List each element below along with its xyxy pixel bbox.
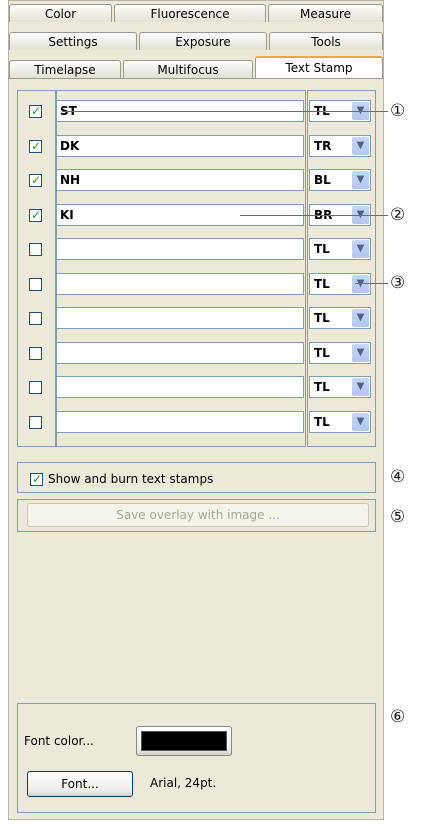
show-burn-label: Show and burn text stamps (48, 472, 214, 486)
chevron-down-icon[interactable]: ▼ (352, 413, 369, 431)
stamp-position-select[interactable]: TR ▼ (309, 135, 371, 157)
chevron-down-icon[interactable]: ▼ (352, 137, 369, 155)
callout-6: ⑥ (390, 707, 406, 727)
tab-exposure[interactable]: Exposure (139, 32, 267, 50)
callout-line-1 (62, 111, 388, 112)
stamp-checkbox[interactable] (29, 312, 42, 325)
stamp-position-select[interactable]: TL ▼ (309, 376, 371, 398)
checkmark-icon: ✓ (31, 208, 42, 222)
callout-line-2 (240, 215, 388, 216)
stamp-text-input[interactable] (56, 376, 304, 398)
stamp-position-value: TL (314, 415, 330, 429)
tab-tools[interactable]: Tools (269, 32, 383, 50)
font-color-swatch-button[interactable] (136, 726, 232, 756)
stamp-position-select[interactable]: TL ▼ (309, 411, 371, 433)
stamp-checkbox[interactable] (29, 278, 42, 291)
tab-fluorescence[interactable]: Fluorescence (114, 4, 266, 22)
tab-text-stamp[interactable]: Text Stamp (255, 56, 383, 78)
callout-3: ③ (390, 273, 406, 293)
font-color-label: Font color... (24, 734, 94, 748)
stamp-position-select[interactable]: TL ▼ (309, 273, 371, 295)
tab-settings[interactable]: Settings (9, 32, 137, 50)
chevron-down-icon[interactable]: ▼ (352, 240, 369, 258)
stamp-checkbox[interactable] (29, 416, 42, 429)
tab-timelapse[interactable]: Timelapse (9, 60, 121, 78)
stamp-text-input[interactable] (56, 273, 304, 295)
callout-1: ① (390, 101, 406, 121)
stamp-checkbox[interactable]: ✓ (29, 173, 42, 187)
stamp-checkbox[interactable]: ✓ (29, 139, 42, 153)
tab-measure[interactable]: Measure (268, 4, 383, 22)
stamp-checkbox[interactable] (29, 347, 42, 360)
callout-4: ④ (390, 467, 406, 487)
stamp-text-input[interactable]: DK (56, 135, 304, 157)
stamp-position-select[interactable]: TL ▼ (309, 238, 371, 260)
show-burn-checkbox[interactable]: ✓ (30, 472, 43, 486)
chevron-down-icon[interactable]: ▼ (352, 309, 369, 327)
stamp-text-input[interactable] (56, 411, 304, 433)
font-value: Arial, 24pt. (150, 776, 217, 790)
stamp-text-input[interactable] (56, 342, 304, 364)
stamp-position-value: TR (314, 139, 332, 153)
stamp-position-select[interactable]: BL ▼ (309, 169, 371, 191)
font-color-swatch (141, 731, 227, 751)
checkmark-icon: ✓ (31, 104, 42, 118)
callout-line-3 (355, 283, 388, 284)
stamp-text-input[interactable] (56, 307, 304, 329)
tab-color[interactable]: Color (9, 4, 112, 22)
stamp-position-value: TL (314, 311, 330, 325)
callout-5: ⑤ (390, 507, 406, 527)
font-button[interactable]: Font... (27, 771, 133, 797)
checkmark-icon: ✓ (31, 173, 42, 187)
stamp-position-value: TL (314, 277, 330, 291)
stamp-checkbox[interactable]: ✓ (29, 208, 42, 222)
stamp-position-value: TL (314, 380, 330, 394)
stamp-position-select[interactable]: TL ▼ (309, 342, 371, 364)
callout-2: ② (390, 205, 406, 225)
stamp-checkbox[interactable] (29, 243, 42, 256)
checkmark-icon: ✓ (31, 139, 42, 153)
stamp-checkbox[interactable] (29, 381, 42, 394)
stamp-position-select[interactable]: TL ▼ (309, 307, 371, 329)
chevron-down-icon[interactable]: ▼ (352, 275, 369, 293)
stamp-text-input[interactable]: NH (56, 169, 304, 191)
stamp-position-value: BL (314, 173, 331, 187)
stamp-checkbox[interactable]: ✓ (29, 104, 42, 118)
tab-multifocus[interactable]: Multifocus (123, 60, 253, 78)
stamp-text-input[interactable] (56, 238, 304, 260)
chevron-down-icon[interactable]: ▼ (352, 378, 369, 396)
chevron-down-icon[interactable]: ▼ (352, 344, 369, 362)
checkmark-icon: ✓ (32, 472, 43, 486)
stamp-position-value: TL (314, 242, 330, 256)
stamp-position-value: TL (314, 346, 330, 360)
chevron-down-icon[interactable]: ▼ (352, 171, 369, 189)
save-overlay-button[interactable]: Save overlay with image ... (27, 503, 369, 527)
tab-divider (8, 78, 384, 79)
